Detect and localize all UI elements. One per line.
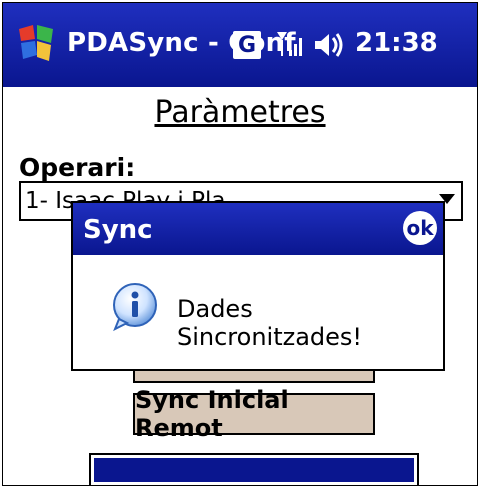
dialog-title: Sync: [83, 215, 153, 245]
ok-button[interactable]: ok: [403, 211, 437, 245]
sync-progress-bar: [89, 453, 419, 485]
clock[interactable]: 21:38: [355, 28, 438, 58]
progress-fill: [94, 458, 414, 482]
windows-start-icon[interactable]: [13, 19, 61, 67]
signal-icon[interactable]: [273, 26, 307, 64]
device-screen: PDASync - Conf G 21:38 Paràmetres Operar…: [2, 2, 478, 486]
dialog-message: Dades Sincronitzades!: [177, 295, 363, 351]
title-bar: PDASync - Conf G 21:38: [3, 3, 477, 87]
operari-label: Operari:: [19, 153, 136, 182]
sync-dialog: Sync ok Dades Sincronitzades!: [71, 201, 445, 371]
app-title: PDASync - Conf: [67, 28, 296, 58]
info-icon: [113, 283, 157, 332]
dialog-titlebar: Sync ok: [73, 203, 443, 255]
page-title: Paràmetres: [154, 95, 326, 130]
speaker-icon[interactable]: [311, 28, 347, 62]
sync-initial-remote-button[interactable]: Sync Inicial Remot: [133, 386, 375, 442]
network-g-icon[interactable]: G: [233, 31, 261, 59]
